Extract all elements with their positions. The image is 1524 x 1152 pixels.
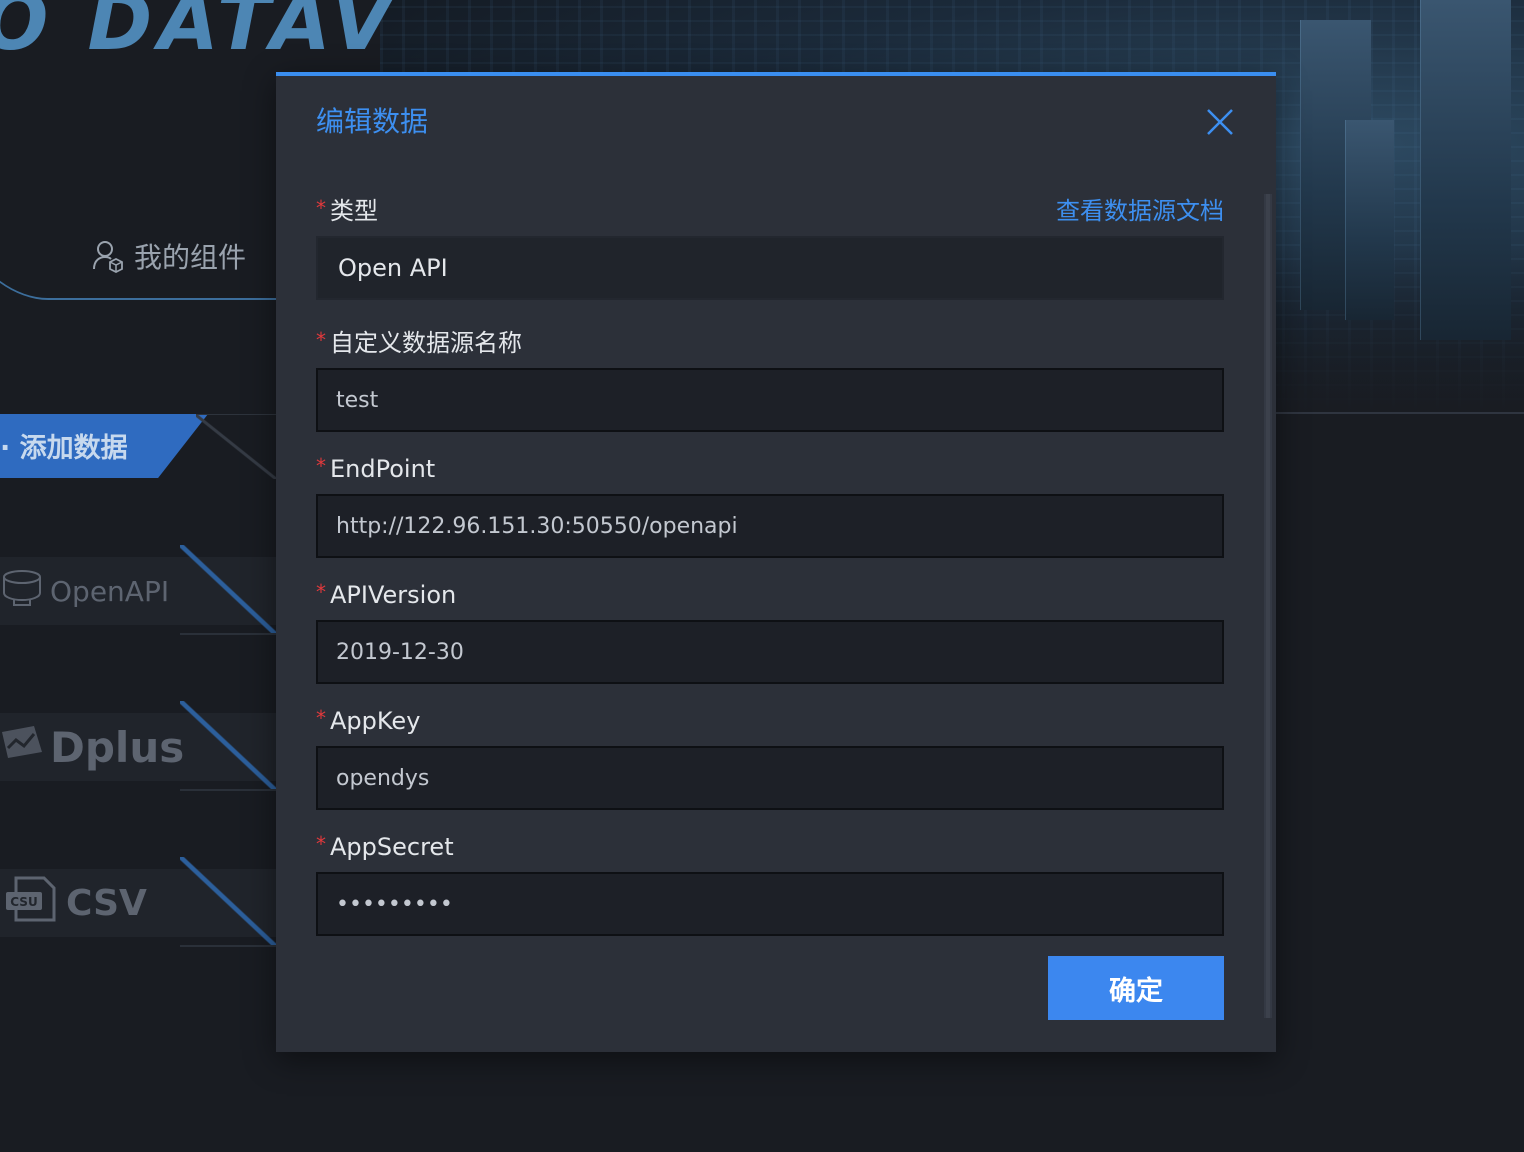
source-card-dplus[interactable]: Dplus <box>0 701 276 791</box>
card-baseline <box>180 945 276 947</box>
tab-divider-decoration <box>196 414 276 479</box>
nav-my-components[interactable]: 我的组件 <box>92 236 246 276</box>
modal-title: 编辑数据 <box>316 105 429 138</box>
modal-scrollbar-thumb[interactable] <box>1266 194 1270 1018</box>
card-slash-decoration <box>180 545 276 635</box>
required-mark: * <box>316 196 326 220</box>
api-version-input[interactable] <box>316 620 1224 684</box>
csv-file-icon: CSU <box>0 874 60 933</box>
source-csv-label: CSV <box>66 882 147 924</box>
view-datasource-docs-link[interactable]: 查看数据源文档 <box>1056 194 1224 228</box>
endpoint-input[interactable] <box>316 494 1224 558</box>
card-slash-decoration <box>180 857 276 947</box>
required-mark: * <box>316 454 326 478</box>
app-key-label-text: AppKey <box>330 707 421 735</box>
endpoint-label: * EndPoint <box>316 452 435 486</box>
card-slash-decoration <box>180 701 276 791</box>
nav-my-components-label: 我的组件 <box>134 241 247 274</box>
source-card-content: OpenAPI <box>0 557 169 625</box>
confirm-button[interactable]: 确定 <box>1048 956 1224 1020</box>
required-mark: * <box>316 706 326 730</box>
type-select-value: Open API <box>338 254 448 282</box>
source-card-content: CSU CSV <box>0 869 147 937</box>
source-card-openapi[interactable]: OpenAPI <box>0 545 276 635</box>
source-openapi-label: OpenAPI <box>50 574 170 608</box>
datasource-name-input[interactable] <box>316 368 1224 432</box>
app-secret-input[interactable] <box>316 872 1224 936</box>
modal-accent-bar <box>276 72 1276 76</box>
required-mark: * <box>316 580 326 604</box>
api-version-label: * APIVersion <box>316 578 456 612</box>
background-divider <box>1276 412 1524 414</box>
close-icon <box>1202 104 1238 140</box>
app-key-input[interactable] <box>316 746 1224 810</box>
source-card-csv[interactable]: CSU CSV <box>0 857 276 947</box>
svg-text:CSU: CSU <box>10 895 37 909</box>
app-key-label: * AppKey <box>316 704 420 738</box>
dplus-icon <box>0 722 44 772</box>
city-tower <box>1345 120 1394 320</box>
city-tower <box>1420 0 1511 340</box>
brand-title: O DATAV <box>0 0 398 68</box>
name-label-text: 自定义数据源名称 <box>330 329 522 357</box>
user-component-icon <box>92 239 124 273</box>
database-icon <box>0 568 44 615</box>
app-secret-label-text: AppSecret <box>330 833 454 861</box>
required-mark: * <box>316 328 326 352</box>
name-label: * 自定义数据源名称 <box>316 326 522 360</box>
required-mark: * <box>316 832 326 856</box>
type-select[interactable]: Open API <box>316 236 1224 300</box>
add-data-tab-label: · 添加数据 <box>0 433 128 464</box>
type-label-text: 类型 <box>330 197 378 225</box>
source-card-content: Dplus <box>0 713 184 781</box>
card-baseline <box>180 789 276 791</box>
source-dplus-label: Dplus <box>50 722 185 772</box>
edit-data-modal: 编辑数据 *类型 查看数据源文档 Open API *自定义数据源名称 *End… <box>276 72 1276 1052</box>
type-label: * 类型 <box>316 194 378 228</box>
app-secret-label: * AppSecret <box>316 830 454 864</box>
endpoint-label-text: EndPoint <box>330 455 436 483</box>
card-baseline <box>180 633 276 635</box>
close-button[interactable] <box>1202 104 1238 140</box>
api-version-label-text: APIVersion <box>330 581 457 609</box>
